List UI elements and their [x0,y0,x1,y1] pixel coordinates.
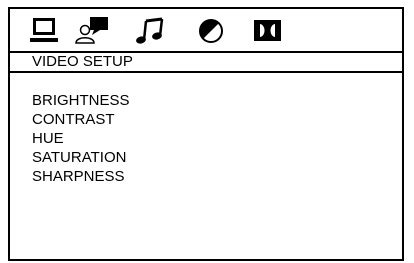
dolby-icon [254,20,281,41]
speech-bubble-person-icon [75,17,108,44]
menu-item-hue[interactable]: HUE [32,129,130,148]
tab-language[interactable] [72,15,112,47]
menu-item-contrast[interactable]: CONTRAST [32,110,130,129]
video-setup-menu: BRIGHTNESS CONTRAST HUE SATURATION SHARP… [32,91,130,186]
page-title: VIDEO SETUP [10,53,402,73]
setup-tab-bar [10,9,402,53]
tab-general[interactable] [28,15,60,47]
tab-audio[interactable] [134,15,168,47]
tab-speaker[interactable] [248,15,288,47]
tab-video[interactable] [196,15,226,47]
video-setup-panel: VIDEO SETUP BRIGHTNESS CONTRAST HUE SATU… [8,7,404,261]
monitor-icon [30,18,58,42]
menu-item-brightness[interactable]: BRIGHTNESS [32,91,130,110]
menu-item-sharpness[interactable]: SHARPNESS [32,167,130,186]
music-note-icon [136,17,164,44]
circle-half-icon [199,19,223,43]
menu-item-saturation[interactable]: SATURATION [32,148,130,167]
